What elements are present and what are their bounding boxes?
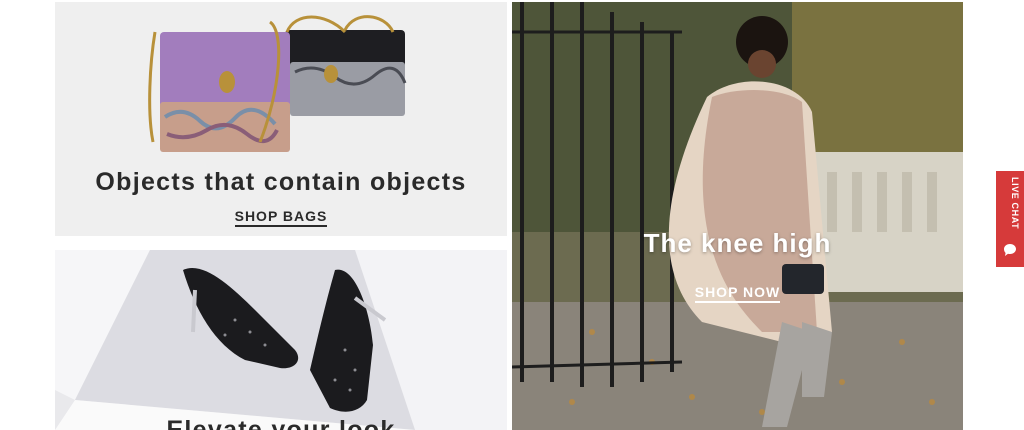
tile-title: Elevate your look	[166, 416, 396, 430]
shop-now-link[interactable]: SHOP NOW	[694, 284, 781, 303]
shop-bags-link[interactable]: SHOP BAGS	[234, 208, 328, 227]
tile-title: Objects that contain objects	[95, 168, 467, 196]
tile-title: The knee high	[643, 228, 832, 258]
handbags-image	[148, 15, 407, 152]
live-chat-tab[interactable]: LIVE CHAT	[996, 171, 1024, 267]
promo-tile-shoes[interactable]: Elevate your look	[55, 250, 507, 430]
promo-tile-bags[interactable]: Objects that contain objects SHOP BAGS	[55, 2, 507, 236]
model-knee-boots-image	[512, 2, 963, 430]
chat-bubble-icon	[1004, 244, 1016, 256]
heels-image	[55, 250, 507, 430]
promo-tile-boots[interactable]: The knee high SHOP NOW	[512, 2, 963, 430]
live-chat-label: LIVE CHAT	[1010, 177, 1020, 230]
